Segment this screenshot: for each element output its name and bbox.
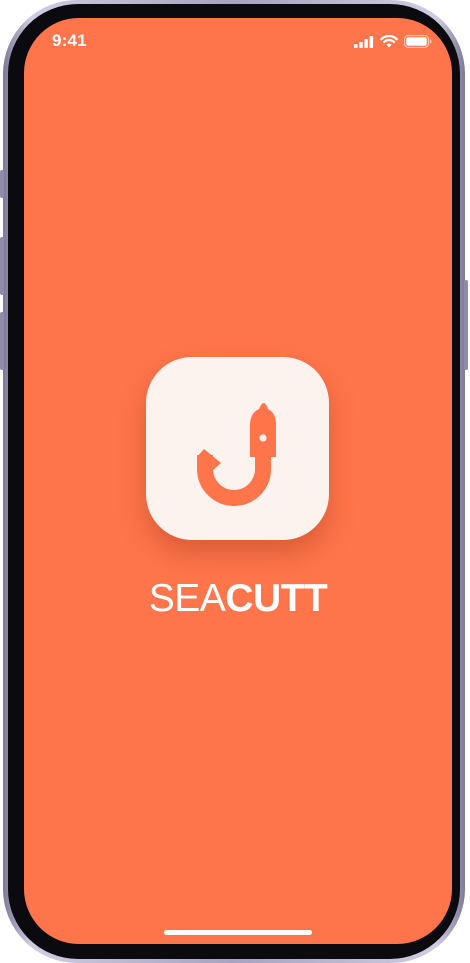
brand-wordmark-light: SEA <box>148 577 226 620</box>
fish-hook-icon <box>197 403 276 506</box>
brand-wordmark: SEACUTT <box>24 577 452 621</box>
phone-frame: 9:41 SEACUTT <box>0 0 468 963</box>
side-button-volume-up <box>0 237 4 295</box>
side-button-action <box>0 170 4 198</box>
app-logo-tile <box>146 357 329 540</box>
cellular-signal-icon <box>354 35 374 48</box>
status-time: 9:41 <box>52 31 87 50</box>
wifi-icon <box>380 35 398 48</box>
side-button-volume-down <box>0 312 4 370</box>
home-indicator[interactable] <box>164 930 312 935</box>
status-bar: 9:41 <box>24 18 452 68</box>
brand-wordmark-bold: CUTT <box>225 577 328 620</box>
splash-screen: 9:41 SEACUTT <box>24 18 452 944</box>
battery-icon <box>404 35 432 48</box>
side-button-power <box>464 280 468 370</box>
status-icons <box>354 35 432 48</box>
